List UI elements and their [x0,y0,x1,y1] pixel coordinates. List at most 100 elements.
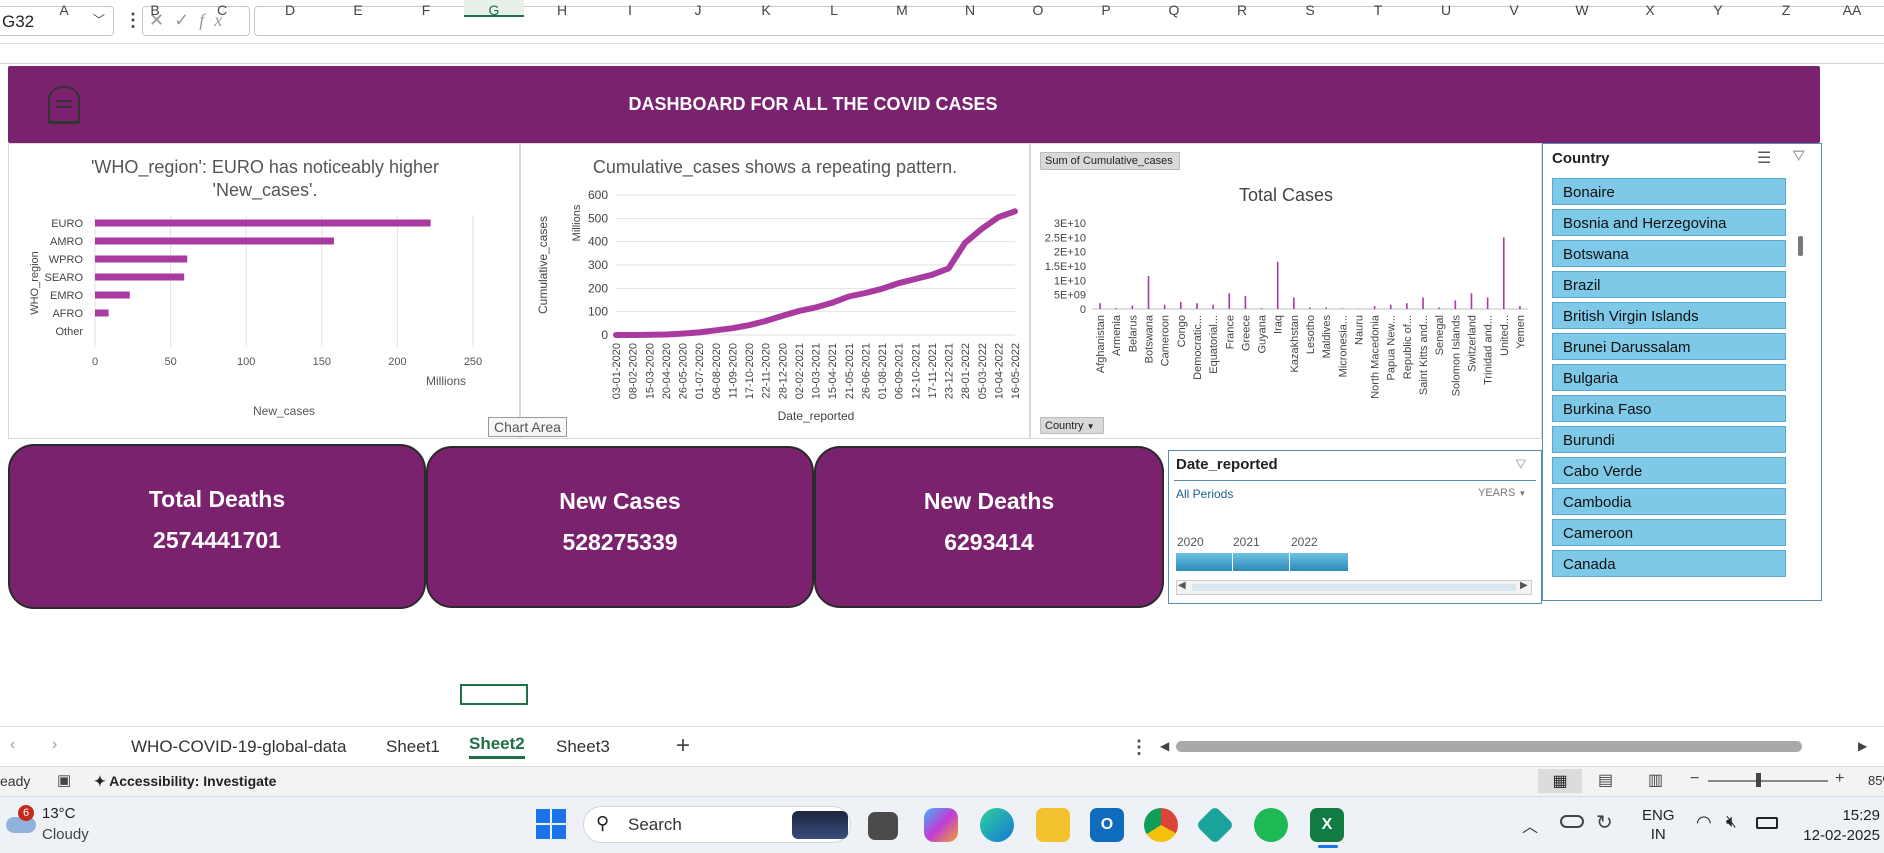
column-header-p[interactable]: P [1076,2,1136,18]
chevron-up-icon[interactable]: ︿ [1522,813,1538,837]
slicer-item[interactable]: Burundi [1552,426,1786,453]
macro-record-icon[interactable]: ▣ [57,771,71,789]
zoom-in-icon[interactable]: + [1835,770,1844,788]
column-header-h[interactable]: H [532,2,592,18]
onedrive-icon[interactable] [1560,815,1584,828]
column-header-t[interactable]: T [1348,2,1408,18]
language-indicator[interactable]: ENG IN [1642,806,1675,844]
slicer-item[interactable]: Cameroon [1552,519,1786,546]
wifi-icon[interactable]: ◠ [1696,812,1712,833]
tabs-more-icon[interactable]: ⋮ [1130,737,1148,758]
category-label: Congo [1176,315,1188,347]
task-view-icon[interactable] [868,812,898,840]
hscroll-left-icon[interactable]: ◀ [1160,739,1169,753]
slicer-item[interactable]: Bulgaria [1552,364,1786,391]
prev-sheet-icon[interactable]: ‹ [10,736,15,754]
tab-sheet1[interactable]: Sheet1 [386,737,440,757]
add-sheet-icon[interactable]: + [676,732,690,760]
sync-icon[interactable]: ↻ [1596,810,1613,835]
horizontal-scrollbar[interactable] [1176,741,1802,752]
column-header-f[interactable]: F [396,2,456,18]
active-cell-g32[interactable] [460,684,528,705]
tab-who-covid-data[interactable]: WHO-COVID-19-global-data [131,737,346,757]
column-header-y[interactable]: Y [1688,2,1748,18]
column-header-c[interactable]: C [192,2,252,18]
column-header-n[interactable]: N [940,2,1000,18]
slicer-item[interactable]: Botswana [1552,240,1786,267]
column-header-k[interactable]: K [736,2,796,18]
excel-icon[interactable]: X [1310,808,1344,842]
taskbar-search[interactable]: ⚲ Search [583,806,851,843]
slicer-item[interactable]: British Virgin Islands [1552,302,1786,329]
column-header-e[interactable]: E [328,2,388,18]
clear-filter-icon[interactable]: ⛛ [1792,148,1805,166]
chevron-down-icon[interactable]: ﹀ [93,11,105,28]
zoom-slider[interactable] [1708,780,1828,782]
normal-view-icon[interactable]: ▦ [1538,769,1582,793]
slicer-item[interactable]: Canada [1552,550,1786,577]
file-explorer-icon[interactable] [1036,808,1070,842]
column-header-z[interactable]: Z [1756,2,1816,18]
column-header-i[interactable]: I [600,2,660,18]
timeline-scroll-thumb[interactable] [1192,584,1516,591]
scroll-right-icon[interactable]: ▶ [1520,580,1528,591]
chrome-icon[interactable] [1144,808,1178,842]
windows-start-icon[interactable] [536,809,566,839]
column-header-u[interactable]: U [1416,2,1476,18]
timeline-bar-2020[interactable] [1176,553,1232,571]
zoom-level[interactable]: 85% [1868,773,1884,788]
zoom-slider-thumb[interactable] [1756,773,1761,787]
column-header-aa[interactable]: AA [1822,2,1882,18]
copilot-icon[interactable] [924,808,958,842]
column-header-a[interactable]: A [34,2,94,18]
scroll-left-icon[interactable]: ◀ [1178,580,1186,591]
slicer-item[interactable]: Bosnia and Herzegovina [1552,209,1786,236]
column-header-m[interactable]: M [872,2,932,18]
accessibility-status[interactable]: ✦ Accessibility: Investigate [94,773,276,790]
column-header-g[interactable]: G [464,0,524,18]
bar-14 [1325,307,1327,309]
column-header-r[interactable]: R [1212,2,1272,18]
volume-muted-icon[interactable]: 🔇︎ [1726,812,1737,832]
category-label: Lesotho [1305,315,1317,354]
timeline-periods: All Periods [1176,487,1234,501]
page-break-icon[interactable]: ▥ [1648,770,1663,790]
slicer-item[interactable]: Bonaire [1552,178,1786,205]
slicer-item[interactable]: Burkina Faso [1552,395,1786,422]
column-header-x[interactable]: X [1620,2,1680,18]
column-header-w[interactable]: W [1552,2,1612,18]
multi-select-icon[interactable]: ☰ [1757,148,1771,168]
timeline-bar-2022[interactable] [1290,553,1348,571]
column-header-s[interactable]: S [1280,2,1340,18]
hscroll-right-icon[interactable]: ▶ [1858,739,1867,753]
outlook-icon[interactable]: O [1090,808,1124,842]
column-header-d[interactable]: D [260,2,320,18]
country-filter-button[interactable]: Country ▼ [1040,417,1104,434]
timeline-level-dropdown[interactable]: YEARS ▼ [1478,487,1526,499]
page-layout-icon[interactable]: ▤ [1598,770,1613,790]
clock[interactable]: 15:29 12-02-2025 [1800,806,1880,846]
column-header-o[interactable]: O [1008,2,1068,18]
next-sheet-icon[interactable]: › [52,736,57,754]
tab-sheet2[interactable]: Sheet2 [469,734,525,759]
edge-icon[interactable] [980,808,1014,842]
zoom-out-icon[interactable]: − [1690,770,1699,788]
slicer-item[interactable]: Cambodia [1552,488,1786,515]
timeline-bar-2021[interactable] [1233,553,1289,571]
column-header-b[interactable]: B [125,2,185,18]
weather-widget[interactable]: 6 13°C Cloudy [4,805,114,847]
slicer-scrollbar[interactable] [1798,236,1803,256]
column-header-j[interactable]: J [668,2,728,18]
column-header-l[interactable]: L [804,2,864,18]
column-header-q[interactable]: Q [1144,2,1204,18]
slicer-item[interactable]: Cabo Verde [1552,457,1786,484]
column-header-v[interactable]: V [1484,2,1544,18]
x-tick-label: 28-12-2020 [777,343,789,399]
x-axis-title: Date_reported [778,409,855,423]
slicer-item[interactable]: Brazil [1552,271,1786,298]
clear-filter-icon[interactable]: ⛛ [1515,456,1527,473]
tab-sheet3[interactable]: Sheet3 [556,737,610,757]
spotify-icon[interactable] [1254,808,1288,842]
slicer-item[interactable]: Brunei Darussalam [1552,333,1786,360]
battery-icon[interactable] [1756,817,1778,829]
